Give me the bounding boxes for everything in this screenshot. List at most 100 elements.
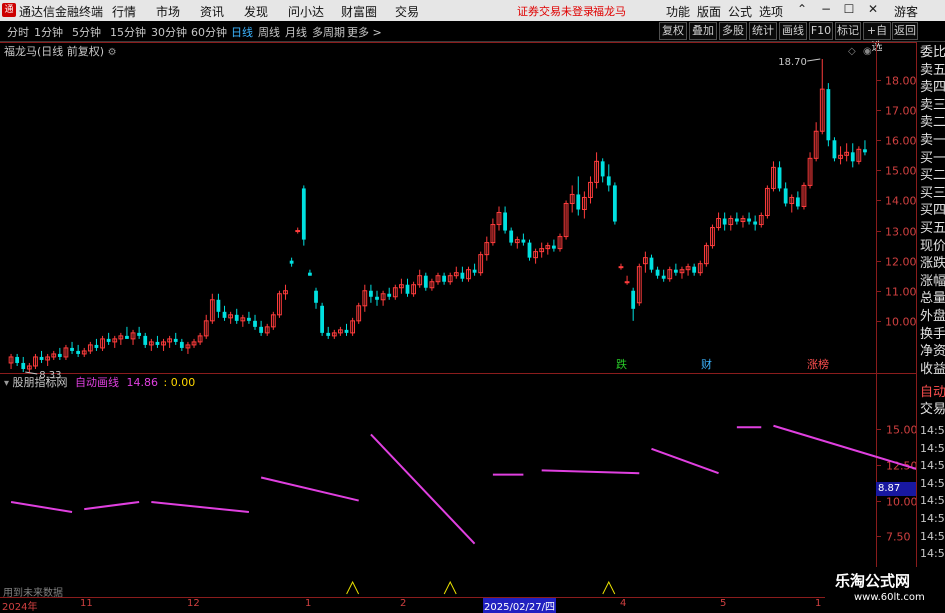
main-chart-caption[interactable]: 福龙马(日线 前复权) ⚙ bbox=[4, 43, 117, 59]
quote-field-label: 外盘 bbox=[920, 309, 945, 324]
selected-date: 2025/02/27/四 bbox=[483, 598, 557, 613]
current-price-box: 8.87 bbox=[876, 482, 917, 496]
period-daily[interactable]: 日线 bbox=[231, 24, 253, 40]
menu-trade[interactable]: 交易 bbox=[395, 3, 419, 20]
stock-period-caption: 福龙马(日线 前复权) bbox=[4, 45, 105, 58]
multi-stock-button[interactable]: 多股 bbox=[719, 22, 747, 40]
candle-body-down bbox=[655, 269, 660, 276]
quote-field-label: 净资 bbox=[920, 344, 945, 360]
signal-caret bbox=[443, 580, 457, 595]
candle-body-down bbox=[247, 317, 251, 321]
menu-functions[interactable]: 功能 bbox=[666, 3, 690, 20]
candle-body-down bbox=[344, 329, 349, 333]
quote-field-label: 卖一 bbox=[920, 133, 945, 148]
indicator-line-name: 自动画线 bbox=[75, 376, 120, 389]
quote-field-label: 收益 bbox=[920, 361, 945, 377]
quote-field-label: 卖三 bbox=[920, 97, 945, 113]
candle-body-down bbox=[314, 290, 318, 303]
menu-options[interactable]: 选项 bbox=[759, 3, 783, 20]
user-guest[interactable]: 游客 bbox=[894, 3, 918, 20]
candle-body-down bbox=[39, 356, 44, 360]
period-5min[interactable]: 5分钟 bbox=[72, 24, 101, 40]
period-60min[interactable]: 60分钟 bbox=[191, 24, 227, 40]
date-tick: 5 bbox=[720, 598, 727, 609]
trade-time: 14:56 bbox=[920, 441, 945, 455]
period-weekly[interactable]: 周线 bbox=[258, 24, 280, 40]
indicator-caption[interactable]: ▾ 股朋指标网 自动画线 14.86 : 0.00 bbox=[4, 374, 195, 390]
price-tick-label: 18.00 bbox=[885, 75, 916, 88]
f10-button[interactable]: F10 bbox=[809, 22, 833, 40]
maximize-icon[interactable]: ☐ bbox=[842, 2, 856, 18]
quote-field-label: 总量 bbox=[920, 291, 945, 307]
menu-ask-xiaoda[interactable]: 问小达 bbox=[288, 3, 324, 20]
price-tick-label: 14.00 bbox=[885, 195, 916, 208]
draw-line-button[interactable]: 画线 bbox=[779, 22, 807, 40]
chevron-down-icon[interactable]: ▾ bbox=[4, 378, 9, 389]
gear-icon[interactable]: ⚙ bbox=[108, 47, 117, 58]
trade-time: 14:56 bbox=[920, 459, 945, 473]
candle-body-down bbox=[826, 89, 831, 141]
app-title: 通达信金融终端 bbox=[19, 5, 104, 19]
auto-line-segment bbox=[84, 500, 140, 511]
candle-body-down bbox=[57, 353, 62, 357]
add-watchlist-button[interactable]: +自选 bbox=[863, 22, 891, 53]
candle-body-down bbox=[460, 272, 465, 279]
period-15min[interactable]: 15分钟 bbox=[110, 24, 146, 40]
candle-body-down bbox=[369, 290, 373, 297]
candle-body-down bbox=[722, 218, 727, 225]
candle-body-down bbox=[673, 269, 678, 273]
price-tick-label: 13.00 bbox=[885, 226, 916, 239]
statistics-button[interactable]: 统计 bbox=[749, 22, 777, 40]
tdx-app-window: 通 通达信金融终端 行情 市场 资讯 发现 问小达 财富圈 交易 证券交易未登录… bbox=[0, 0, 945, 613]
menu-layout[interactable]: 版面 bbox=[697, 3, 721, 20]
close-icon[interactable]: ✕ bbox=[866, 2, 880, 18]
date-tick: 11 bbox=[80, 598, 93, 609]
menu-quotes[interactable]: 行情 bbox=[112, 3, 136, 20]
menu-news[interactable]: 资讯 bbox=[200, 3, 224, 20]
candle-body-down bbox=[863, 149, 867, 153]
overlay-button[interactable]: 叠加 bbox=[689, 22, 717, 40]
trade-login-status[interactable]: 证券交易未登录 bbox=[517, 3, 594, 19]
period-more[interactable]: 更多 > bbox=[347, 24, 382, 40]
menu-market[interactable]: 市场 bbox=[156, 3, 180, 20]
signal-markers bbox=[346, 580, 616, 595]
menu-wealth-circle[interactable]: 财富圈 bbox=[341, 3, 377, 20]
period-monthly[interactable]: 月线 bbox=[285, 24, 307, 40]
candle-body-down bbox=[234, 314, 239, 321]
candle-body-down bbox=[405, 284, 410, 294]
mark-button[interactable]: 标记 bbox=[835, 22, 861, 40]
period-1min[interactable]: 1分钟 bbox=[34, 24, 63, 40]
candle-body-down bbox=[375, 296, 379, 300]
kline-chart[interactable]: 18.00 17.00 16.00 15.00 14.00 13.00 12.00 11.00… bbox=[0, 42, 916, 609]
high-pointer bbox=[807, 58, 821, 62]
minimize-icon[interactable]: − bbox=[819, 2, 833, 18]
candle-body-down bbox=[734, 218, 739, 222]
candle-body-down bbox=[692, 266, 697, 273]
date-axis[interactable]: 2024年 11 12 1 2 2025/02/27/四 4 5 1 bbox=[0, 597, 876, 613]
candle-body-up bbox=[624, 281, 630, 284]
auto-line-segment bbox=[651, 447, 719, 475]
period-timeshare[interactable]: 分时 bbox=[7, 24, 29, 40]
quote-field-label: 涨跌 bbox=[920, 256, 945, 272]
menu-discover[interactable]: 发现 bbox=[244, 3, 268, 20]
period-30min[interactable]: 30分钟 bbox=[151, 24, 187, 40]
adjust-button[interactable]: 复权 bbox=[659, 22, 687, 40]
candle-body-down bbox=[503, 212, 507, 231]
quote-side-panel: 委比 卖五 卖四 卖三 卖二 卖一 买一 买二 买三 买四 买五 现价 涨跌 涨幅 总量 外盘 换手 净资 收益 自动… bbox=[916, 42, 945, 609]
price-tick-label: 10.00 bbox=[885, 316, 916, 329]
back-button[interactable]: 返回 bbox=[892, 22, 918, 40]
candle-body-down bbox=[387, 293, 392, 297]
candle-body-down bbox=[106, 338, 111, 342]
candle-body-down bbox=[600, 161, 605, 177]
indicator-tick-label: 7.50 bbox=[886, 531, 911, 544]
quote-field-label: 买三 bbox=[920, 185, 945, 201]
candle-body-up bbox=[618, 266, 624, 269]
collapse-icon[interactable]: ⌃ bbox=[795, 2, 809, 18]
candle-body-down bbox=[21, 362, 26, 369]
menu-formula[interactable]: 公式 bbox=[728, 3, 752, 20]
period-multi[interactable]: 多周期 bbox=[312, 24, 345, 40]
future-data-hint: 用到未来数据 bbox=[3, 588, 63, 599]
quote-field-label: 委比 bbox=[920, 45, 945, 60]
price-tick-label: 12.00 bbox=[885, 256, 916, 269]
candlestick-series bbox=[8, 59, 867, 372]
